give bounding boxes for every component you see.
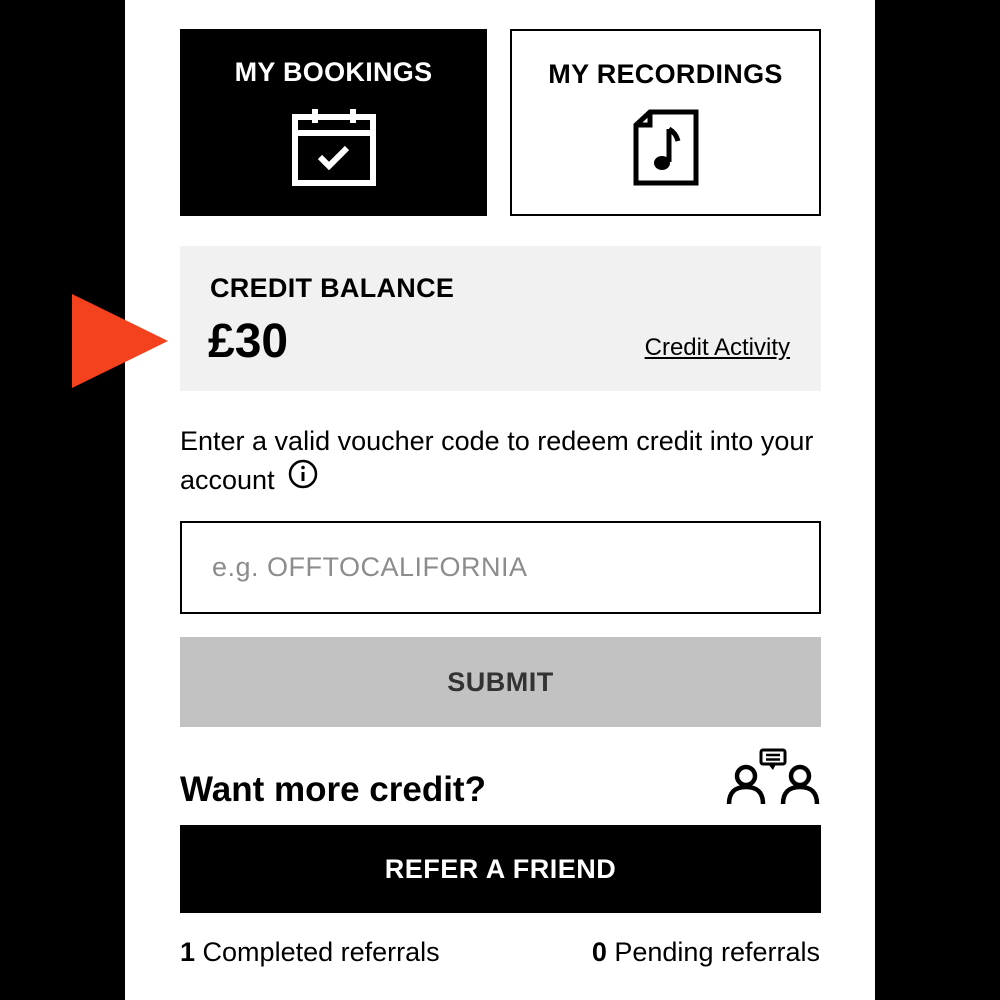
my-bookings-label: MY BOOKINGS xyxy=(234,57,433,87)
pointer-arrow-icon xyxy=(72,294,168,388)
voucher-instructions: Enter a valid voucher code to redeem cre… xyxy=(180,422,840,500)
credit-balance-label: CREDIT BALANCE xyxy=(210,273,455,303)
voucher-code-input[interactable] xyxy=(180,521,821,614)
my-bookings-tile[interactable]: MY BOOKINGS xyxy=(180,29,487,216)
credit-balance-amount: £30 xyxy=(208,315,289,368)
refer-a-friend-button[interactable]: REFER A FRIEND xyxy=(180,825,821,913)
completed-referrals-count: 1 xyxy=(180,937,196,967)
my-recordings-tile[interactable]: MY RECORDINGS xyxy=(510,29,821,216)
calendar-check-icon xyxy=(291,107,377,192)
completed-referrals-label: Completed referrals xyxy=(202,937,440,967)
want-more-credit-heading: Want more credit? xyxy=(180,770,486,809)
voucher-instructions-text: Enter a valid voucher code to redeem cre… xyxy=(180,426,814,495)
info-icon[interactable] xyxy=(288,459,318,500)
credit-balance-box: CREDIT BALANCE £30 Credit Activity xyxy=(180,246,821,391)
pending-referrals-count: 0 xyxy=(591,937,607,967)
my-recordings-label: MY RECORDINGS xyxy=(548,59,783,89)
submit-button[interactable]: SUBMIT xyxy=(180,637,821,727)
music-file-icon xyxy=(632,109,700,192)
refer-people-icon xyxy=(724,748,822,811)
pending-referrals-label: Pending referrals xyxy=(614,937,820,967)
pending-referrals: 0 Pending referrals xyxy=(592,937,820,968)
completed-referrals: 1 Completed referrals xyxy=(180,937,440,968)
credit-activity-link[interactable]: Credit Activity xyxy=(645,334,790,362)
